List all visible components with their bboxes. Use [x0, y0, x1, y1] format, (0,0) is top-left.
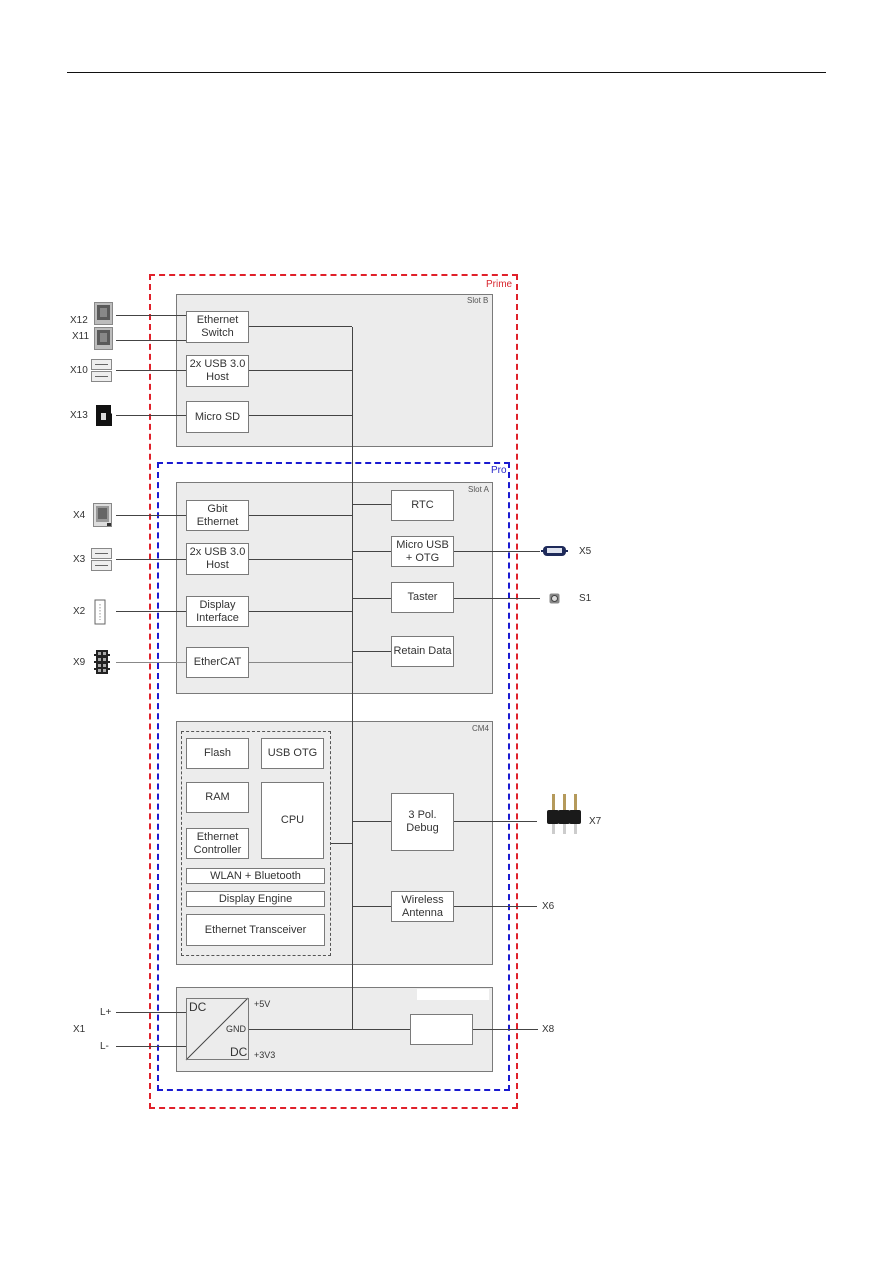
retain-data-block: Retain Data: [391, 636, 454, 667]
x6-label: X6: [542, 901, 555, 912]
rj45-port-icon-x4: [93, 503, 112, 527]
pin-header-icon: [547, 794, 581, 834]
micro-sd-block: Micro SD: [186, 401, 249, 433]
dcdc-output-label: DC: [230, 1045, 248, 1059]
usb-host-block-slot-a: 2x USB 3.0 Host: [186, 543, 249, 575]
x2-label: X2: [73, 606, 86, 617]
l-plus-label: L+: [100, 1007, 112, 1018]
ethernet-switch-block: Ethernet Switch: [186, 311, 249, 343]
x4-label: X4: [73, 510, 86, 521]
wlan-bluetooth-block: WLAN + Bluetooth: [186, 868, 325, 884]
displayport-icon: [94, 599, 106, 625]
display-interface-block: Display Interface: [186, 596, 249, 627]
v5-label: +5V: [254, 999, 271, 1009]
v3v3-label: +3V3: [254, 1050, 276, 1060]
micro-sd-card-icon: [96, 405, 112, 426]
usb-host-block-slot-b: 2x USB 3.0 Host: [186, 355, 249, 387]
ethercat-block: EtherCAT: [186, 647, 249, 678]
wireless-antenna-block: Wireless Antenna: [391, 891, 454, 922]
x8-label: X8: [542, 1024, 555, 1035]
ram-block: RAM: [186, 782, 249, 813]
rj45-port-icon-x12: [94, 302, 113, 325]
x9-label: X9: [73, 657, 86, 668]
ethernet-transceiver-block: Ethernet Transceiver: [186, 914, 325, 946]
display-engine-block: Display Engine: [186, 891, 325, 907]
x12-label: X12: [70, 315, 88, 326]
ethercat-connector-icon: [94, 650, 110, 674]
ethernet-controller-block: Ethernet Controller: [186, 828, 249, 859]
x13-label: X13: [70, 410, 88, 421]
usb-otg-block: USB OTG: [261, 738, 324, 769]
x5-label: X5: [579, 546, 592, 557]
debug-block: 3 Pol. Debug: [391, 793, 454, 851]
rtc-block: RTC: [391, 490, 454, 521]
usb-port-icon-x3: [91, 548, 112, 571]
micro-usb-port-icon: [541, 546, 568, 556]
x7-label: X7: [589, 816, 602, 827]
wiring: [116, 315, 540, 1061]
flash-block: Flash: [186, 738, 249, 769]
push-button-icon: [549, 593, 560, 604]
x8-block: [410, 1014, 473, 1045]
gnd-label: GND: [226, 1024, 246, 1034]
micro-usb-otg-block: Micro USB + OTG: [391, 536, 454, 567]
usb-port-icon-x10: [91, 359, 112, 382]
rj45-port-icon-x11: [94, 327, 113, 350]
taster-block: Taster: [391, 582, 454, 613]
x10-label: X10: [70, 365, 88, 376]
x11-label: X11: [72, 331, 90, 342]
x3-label: X3: [73, 554, 86, 565]
s1-label: S1: [579, 593, 592, 604]
cpu-block: CPU: [261, 782, 324, 859]
l-minus-label: L-: [100, 1041, 109, 1052]
dcdc-input-label: DC: [189, 1000, 207, 1014]
gbit-ethernet-block: Gbit Ethernet: [186, 500, 249, 531]
x1-label: X1: [73, 1024, 86, 1035]
